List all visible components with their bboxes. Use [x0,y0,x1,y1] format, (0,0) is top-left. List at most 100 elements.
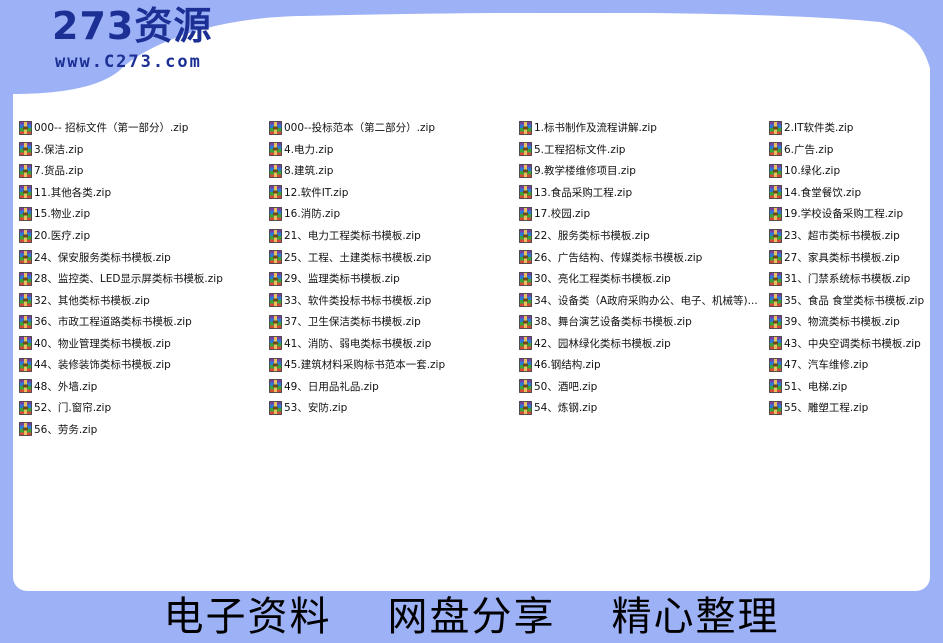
winrar-archive-icon [519,163,532,178]
file-name: 43、中央空调类标书模板.zip [784,337,921,350]
file-item[interactable]: 50、酒吧.zip [519,376,769,398]
file-item[interactable]: 25、工程、土建类标书模板.zip [269,246,519,268]
winrar-archive-icon [769,379,782,394]
file-item[interactable]: 23、超市类标书模板.zip [769,225,939,247]
file-item[interactable]: 40、物业管理类标书模板.zip [19,332,269,354]
file-item[interactable]: 3.保洁.zip [19,139,269,161]
winrar-archive-icon [19,163,32,178]
file-name: 51、电梯.zip [784,380,848,393]
file-item[interactable]: 1.标书制作及流程讲解.zip [519,117,769,139]
file-name: 5.工程招标文件.zip [534,143,626,156]
file-name: 8.建筑.zip [284,165,334,178]
file-item[interactable]: 38、舞台演艺设备类标书模板.zip [519,311,769,333]
file-name: 36、市政工程道路类标书模板.zip [34,316,192,329]
file-item[interactable]: 28、监控类、LED显示屏类标书模板.zip [19,268,269,290]
file-item[interactable]: 37、卫生保洁类标书模板.zip [269,311,519,333]
file-name: 31、门禁系统标书模板.zip [784,273,911,286]
file-item[interactable]: 16.消防.zip [269,203,519,225]
file-item[interactable]: 54、炼钢.zip [519,397,769,419]
file-item[interactable]: 12.软件IT.zip [269,182,519,204]
file-item[interactable]: 19.学校设备采购工程.zip [769,203,939,225]
file-name: 22、服务类标书模板.zip [534,230,650,242]
file-item[interactable]: 53、安防.zip [269,397,519,419]
file-name: 16.消防.zip [284,208,341,221]
file-item[interactable]: 43、中央空调类标书模板.zip [769,332,939,354]
file-item[interactable]: 11.其他各类.zip [19,182,269,204]
file-item[interactable]: 33、软件类投标书标书模板.zip [269,289,519,311]
file-item[interactable]: 29、监理类标书模板.zip [269,268,519,290]
winrar-archive-icon [769,293,782,308]
file-item[interactable]: 8.建筑.zip [269,160,519,182]
winrar-archive-icon [519,293,532,308]
file-item[interactable]: 35、食品 食堂类标书模板.zip [769,289,939,311]
file-item[interactable]: 14.食堂餐饮.zip [769,182,939,204]
file-item[interactable]: 30、亮化工程类标书模板.zip [519,268,769,290]
file-item[interactable]: 6.广告.zip [769,139,939,161]
file-name: 4.电力.zip [284,143,334,156]
logo-url: www.C273.com [55,52,202,72]
file-name: 2.IT软件类.zip [784,122,854,135]
file-item[interactable]: 21、电力工程类标书模板.zip [269,225,519,247]
winrar-archive-icon [269,357,282,372]
file-item[interactable]: 48、外墙.zip [19,376,269,398]
winrar-archive-icon [269,228,282,243]
file-name: 21、电力工程类标书模板.zip [284,230,421,242]
file-item[interactable]: 45.建筑材料采购标书范本一套.zip [269,354,519,376]
file-item[interactable]: 46.钢结构.zip [519,354,769,376]
file-item[interactable]: 9.教学楼维修项目.zip [519,160,769,182]
file-item[interactable]: 44、装修装饰类标书模板.zip [19,354,269,376]
winrar-archive-icon [19,336,32,351]
file-item[interactable]: 51、电梯.zip [769,376,939,398]
file-item[interactable]: 15.物业.zip [19,203,269,225]
file-name: 30、亮化工程类标书模板.zip [534,273,671,286]
winrar-archive-icon [19,185,32,200]
winrar-archive-icon [519,357,532,372]
winrar-archive-icon [19,120,32,135]
file-item[interactable]: 2.IT软件类.zip [769,117,939,139]
file-name: 000-- 招标文件（第一部分）.zip [34,122,189,135]
file-item[interactable]: 000--投标范本（第二部分）.zip [269,117,519,139]
file-item[interactable]: 32、其他类标书模板.zip [19,289,269,311]
file-item[interactable]: 55、雕塑工程.zip [769,397,939,419]
file-item[interactable]: 22、服务类标书模板.zip [519,225,769,247]
file-item[interactable]: 7.货品.zip [19,160,269,182]
winrar-archive-icon [19,357,32,372]
file-name: 34、设备类（A政府采购办公、电子、机械等)... [534,294,758,307]
winrar-archive-icon [19,400,32,415]
file-name: 24、保安服务类标书模板.zip [34,251,171,264]
file-item[interactable]: 49、日用品礼品.zip [269,376,519,398]
file-name: 14.食堂餐饮.zip [784,186,862,199]
file-item[interactable]: 13.食品采购工程.zip [519,182,769,204]
winrar-archive-icon [769,357,782,372]
file-name: 29、监理类标书模板.zip [284,273,400,286]
file-item[interactable]: 20.医疗.zip [19,225,269,247]
file-item[interactable]: 52、门.窗帘.zip [19,397,269,419]
file-item[interactable]: 000-- 招标文件（第一部分）.zip [19,117,269,139]
winrar-archive-icon [519,207,532,221]
file-item[interactable]: 56、劳务.zip [19,419,269,441]
file-item[interactable]: 5.工程招标文件.zip [519,139,769,161]
file-item[interactable]: 24、保安服务类标书模板.zip [19,246,269,268]
file-item[interactable]: 4.电力.zip [269,139,519,161]
file-item[interactable]: 42、园林绿化类标书模板.zip [519,332,769,354]
winrar-archive-icon [269,142,282,157]
file-item[interactable]: 36、市政工程道路类标书模板.zip [19,311,269,333]
winrar-archive-icon [269,185,282,200]
file-item[interactable]: 39、物流类标书模板.zip [769,311,939,333]
winrar-archive-icon [519,185,532,200]
file-name: 39、物流类标书模板.zip [784,316,900,329]
file-item[interactable]: 47、汽车维修.zip [769,354,939,376]
file-item[interactable]: 26、广告结构、传媒类标书模板.zip [519,246,769,268]
winrar-archive-icon [19,228,32,243]
file-name: 41、消防、弱电类标书模板.zip [284,337,432,350]
file-item[interactable]: 17.校园.zip [519,203,769,225]
file-item[interactable]: 34、设备类（A政府采购办公、电子、机械等)... [519,289,769,311]
file-item[interactable]: 10.绿化.zip [769,160,939,182]
file-name: 49、日用品礼品.zip [284,380,379,393]
file-item[interactable]: 27、家具类标书模板.zip [769,246,939,268]
file-item[interactable]: 31、门禁系统标书模板.zip [769,268,939,290]
winrar-archive-icon [519,120,532,135]
file-item[interactable]: 41、消防、弱电类标书模板.zip [269,332,519,354]
file-name: 47、汽车维修.zip [784,359,869,372]
file-name: 42、园林绿化类标书模板.zip [534,337,671,350]
